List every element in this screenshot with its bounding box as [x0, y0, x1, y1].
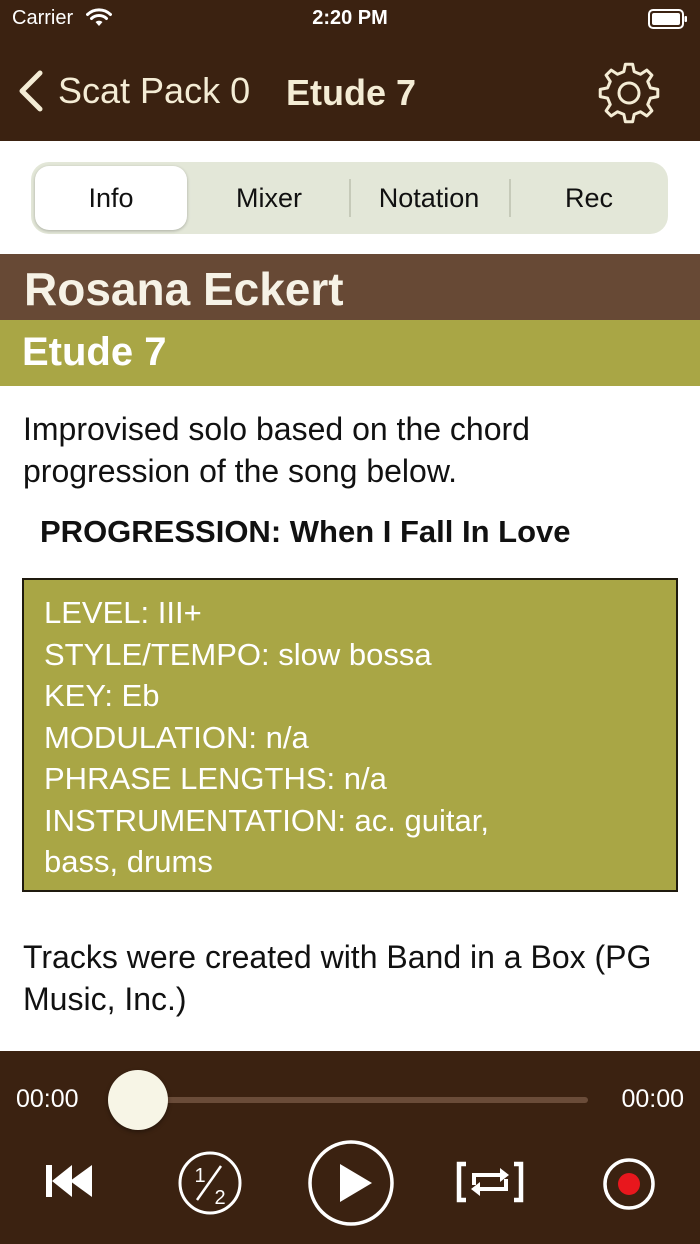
detail-level: LEVEL: III+: [44, 595, 202, 630]
etude-banner: Etude 7: [0, 320, 700, 386]
total-time: 00:00: [621, 1085, 684, 1113]
battery-icon: [648, 9, 687, 29]
details-box: LEVEL: III+ STYLE/TEMPO: slow bossa KEY:…: [22, 578, 678, 892]
back-label: Scat Pack 0: [58, 70, 251, 111]
back-button[interactable]: Scat Pack 0: [16, 66, 250, 116]
tab-notation[interactable]: Notation: [353, 166, 505, 230]
player-bar: 00:00 00:00 1 2: [0, 1051, 700, 1244]
chevron-left-icon: [19, 70, 43, 112]
description-text: Improvised solo based on the chord progr…: [23, 411, 530, 489]
navigation-bar: Scat Pack 0 Etude 7: [0, 40, 700, 141]
gear-icon[interactable]: [596, 60, 662, 126]
half-speed-icon[interactable]: 1 2: [177, 1150, 243, 1216]
etude-title: Etude 7: [22, 330, 167, 374]
segmented-control: Info Mixer Notation Rec: [31, 162, 668, 234]
progress-slider[interactable]: [108, 1070, 588, 1130]
tab-rec[interactable]: Rec: [513, 166, 665, 230]
status-time: 2:20 PM: [312, 7, 388, 29]
elapsed-time: 00:00: [16, 1085, 79, 1113]
loop-icon[interactable]: [456, 1161, 524, 1203]
tab-info[interactable]: Info: [35, 166, 187, 230]
segment-divider: [509, 179, 511, 217]
svg-text:1: 1: [194, 1165, 205, 1187]
record-icon[interactable]: [602, 1157, 656, 1211]
slider-thumb[interactable]: [108, 1070, 168, 1130]
segment-divider: [349, 179, 351, 217]
detail-style-tempo: STYLE/TEMPO: slow bossa: [44, 636, 432, 672]
tab-mixer[interactable]: Mixer: [193, 166, 345, 230]
detail-key: KEY: Eb: [44, 678, 160, 713]
page-title: Etude 7: [286, 72, 417, 113]
status-bar: Carrier 2:20 PM: [0, 0, 700, 40]
svg-text:2: 2: [214, 1187, 225, 1209]
detail-phrase-lengths: PHRASE LENGTHS: n/a: [44, 761, 387, 796]
detail-modulation: MODULATION: n/a: [44, 719, 309, 755]
play-icon[interactable]: [306, 1138, 396, 1228]
composer-name: Rosana Eckert: [24, 263, 344, 315]
composer-banner: Rosana Eckert: [0, 254, 700, 320]
detail-instrumentation: INSTRUMENTATION: ac. guitar, bass, drums: [44, 802, 489, 880]
credit-text: Tracks were created with Band in a Box (…: [23, 939, 652, 1017]
progression-label: PROGRESSION: When I Fall In Love: [40, 514, 571, 549]
rewind-to-start-icon[interactable]: [44, 1161, 96, 1201]
